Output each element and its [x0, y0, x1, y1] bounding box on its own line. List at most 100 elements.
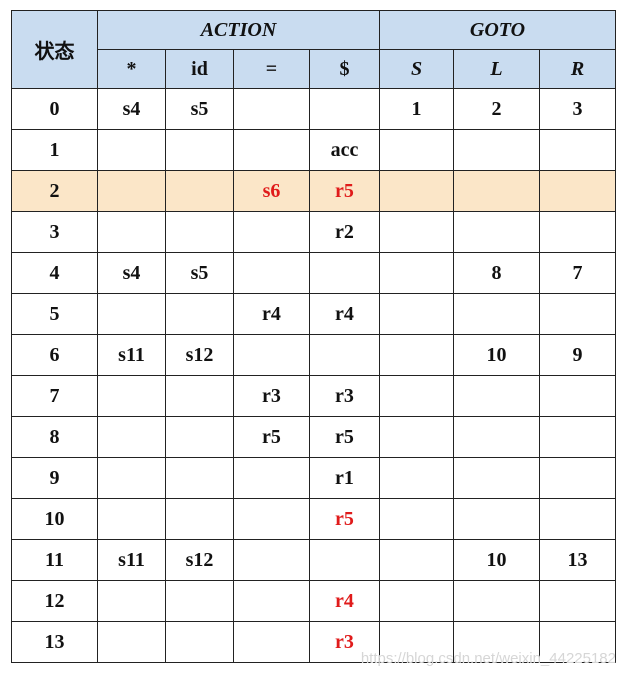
goto-cell — [453, 211, 540, 253]
lr-parse-table: 状态 ACTION GOTO * id = $ S L R 0 s4 s5 1 2 3 1 a… — [11, 10, 616, 663]
table-row: 13 r3 — [11, 621, 616, 663]
action-cell: r4 — [309, 580, 380, 622]
action-cell — [233, 498, 310, 540]
action-cell: r2 — [309, 211, 380, 253]
action-cell — [233, 88, 310, 130]
action-cell: r3 — [309, 621, 380, 663]
table-row: 7 r3 r3 — [11, 375, 616, 417]
action-cell — [97, 375, 166, 417]
goto-cell: 2 — [453, 88, 540, 130]
header-row-symbols: * id = $ S L R — [12, 49, 616, 89]
state-header: 状态 — [11, 10, 98, 89]
state-cell: 9 — [11, 457, 98, 499]
goto-cell — [539, 498, 616, 540]
goto-cell — [379, 375, 454, 417]
action-cell — [97, 416, 166, 458]
action-cell: r5 — [309, 416, 380, 458]
action-cell — [233, 621, 310, 663]
goto-cell — [379, 293, 454, 335]
action-cell: s5 — [165, 252, 234, 294]
state-cell: 11 — [11, 539, 98, 581]
action-cell — [309, 539, 380, 581]
action-cell — [97, 621, 166, 663]
table-row: 9 r1 — [11, 457, 616, 499]
action-cell — [165, 293, 234, 335]
goto-cell — [539, 211, 616, 253]
state-cell: 1 — [11, 129, 98, 171]
goto-cell — [379, 539, 454, 581]
goto-col-r: R — [539, 49, 616, 89]
action-cell — [233, 129, 310, 171]
state-cell: 2 — [11, 170, 98, 212]
action-cell — [97, 211, 166, 253]
table-row: 4 s4 s5 8 7 — [11, 252, 616, 294]
goto-cell — [539, 129, 616, 171]
action-cell — [165, 129, 234, 171]
table-row: 1 acc — [11, 129, 616, 171]
goto-cell — [539, 621, 616, 663]
action-col-equals: = — [233, 49, 310, 89]
goto-cell — [379, 416, 454, 458]
action-cell — [97, 293, 166, 335]
action-cell: s4 — [97, 252, 166, 294]
goto-cell — [453, 129, 540, 171]
goto-cell — [379, 498, 454, 540]
state-cell: 13 — [11, 621, 98, 663]
goto-cell — [379, 211, 454, 253]
goto-cell: 7 — [539, 252, 616, 294]
action-cell — [165, 170, 234, 212]
goto-cell — [453, 170, 540, 212]
goto-cell — [539, 416, 616, 458]
goto-cell — [379, 252, 454, 294]
action-cell — [97, 170, 166, 212]
action-cell — [165, 498, 234, 540]
state-cell: 4 — [11, 252, 98, 294]
goto-cell — [379, 621, 454, 663]
goto-cell — [453, 580, 540, 622]
goto-cell — [453, 416, 540, 458]
state-cell: 12 — [11, 580, 98, 622]
state-cell: 10 — [11, 498, 98, 540]
goto-cell — [453, 621, 540, 663]
table-row: 3 r2 — [11, 211, 616, 253]
table-row: 8 r5 r5 — [11, 416, 616, 458]
action-cell: s12 — [165, 539, 234, 581]
action-cell: s11 — [97, 539, 166, 581]
goto-cell — [539, 375, 616, 417]
action-cell: r4 — [233, 293, 310, 335]
goto-cell: 9 — [539, 334, 616, 376]
goto-cell — [379, 129, 454, 171]
action-cell: s12 — [165, 334, 234, 376]
goto-cell: 10 — [453, 539, 540, 581]
action-cell: s4 — [97, 88, 166, 130]
goto-cell: 8 — [453, 252, 540, 294]
goto-cell — [453, 293, 540, 335]
action-cell: s11 — [97, 334, 166, 376]
goto-cell: 1 — [379, 88, 454, 130]
action-cell: s5 — [165, 88, 234, 130]
state-cell: 0 — [11, 88, 98, 130]
table-row: 12 r4 — [11, 580, 616, 622]
goto-cell — [539, 457, 616, 499]
table-row: 5 r4 r4 — [11, 293, 616, 335]
table-row: 6 s11 s12 10 9 — [11, 334, 616, 376]
goto-cell — [539, 170, 616, 212]
goto-cell — [539, 580, 616, 622]
action-cell — [233, 457, 310, 499]
goto-cell: 3 — [539, 88, 616, 130]
table-row: 2 s6 r5 — [11, 170, 616, 212]
action-cell: r5 — [309, 170, 380, 212]
action-cell — [165, 211, 234, 253]
action-cell: acc — [309, 129, 380, 171]
goto-cell — [379, 334, 454, 376]
action-cell — [233, 539, 310, 581]
action-cell: r5 — [309, 498, 380, 540]
action-cell — [97, 580, 166, 622]
action-cell — [309, 334, 380, 376]
action-col-star: * — [97, 49, 166, 89]
action-cell — [309, 252, 380, 294]
action-cell — [233, 211, 310, 253]
action-cell: r5 — [233, 416, 310, 458]
goto-cell — [379, 170, 454, 212]
action-cell — [233, 334, 310, 376]
